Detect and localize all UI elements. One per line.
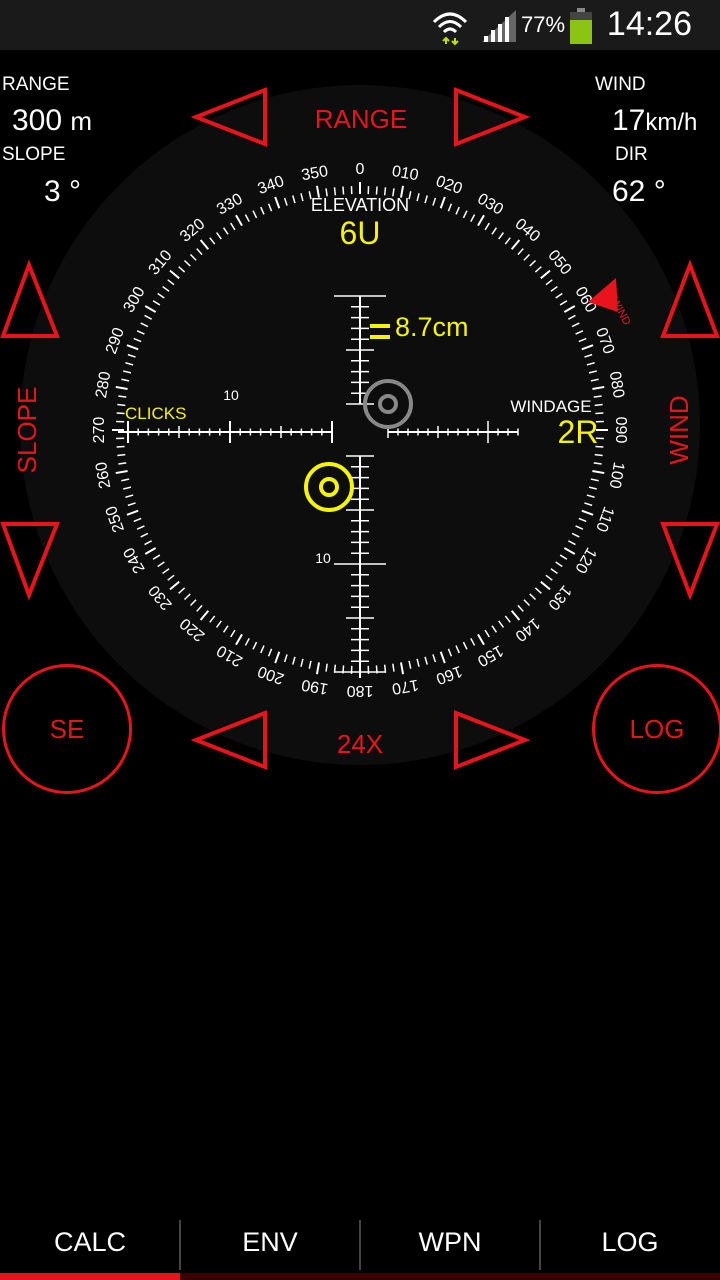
tab-calc[interactable]: CALC: [0, 1205, 180, 1280]
compass-tick: [594, 453, 603, 457]
wind-info-value: 17km/h: [612, 104, 697, 138]
wind-unit: km/h: [645, 109, 698, 136]
tick-label-10-horizontal: 10: [223, 387, 239, 403]
tab-wpn[interactable]: WPN: [360, 1205, 540, 1280]
tab-log-label: LOG: [601, 1227, 659, 1257]
dir-info-value: 62 °: [612, 175, 666, 209]
range-unit: m: [70, 106, 93, 136]
tab-env-indicator: [180, 1273, 360, 1280]
tab-env-label: ENV: [242, 1227, 298, 1257]
wind-value: 17: [612, 104, 646, 137]
se-button-label: SE: [49, 714, 85, 744]
compass-tick: [342, 186, 345, 195]
wind-control-label: WIND: [664, 395, 694, 464]
compass-tick: [116, 412, 125, 415]
compass-label: 270: [91, 417, 108, 444]
slope-info-value: 3 °: [44, 175, 81, 209]
group-size-value: 8.7cm: [395, 312, 469, 342]
range-info-value: 300 m: [12, 104, 92, 138]
tab-calc-label: CALC: [53, 1227, 127, 1257]
compass-tick: [116, 445, 125, 448]
slope-control-label: SLOPE: [12, 387, 42, 474]
tab-log[interactable]: LOG: [540, 1205, 720, 1280]
compass-label: 0: [356, 161, 365, 178]
dir-value: 62: [612, 175, 646, 208]
range-info-label: RANGE: [2, 74, 70, 95]
dir-info-label: DIR: [615, 144, 648, 165]
dir-unit: °: [653, 175, 666, 208]
windage-value: 2R: [558, 414, 599, 450]
zoom-level-label: 24X: [337, 729, 383, 759]
tab-wpn-indicator: [360, 1273, 540, 1280]
clicks-label: CLICKS: [125, 404, 186, 423]
elevation-label: ELEVATION: [311, 195, 409, 215]
tab-env[interactable]: ENV: [180, 1205, 360, 1280]
wind-info-label: WIND: [595, 74, 646, 95]
slope-info-label: SLOPE: [2, 144, 66, 165]
compass-tick: [375, 186, 378, 195]
slope-value: 3: [44, 175, 61, 208]
compass-tick: [594, 403, 603, 407]
compass-tick: [117, 453, 126, 457]
range-control-label: RANGE: [315, 104, 407, 134]
log-button[interactable]: LOG: [592, 664, 720, 794]
range-value: 300: [12, 104, 63, 137]
bottom-tab-bar: CALC ENV WPN LOG: [0, 1205, 720, 1280]
slope-unit: °: [69, 175, 82, 208]
compass-label: 180: [347, 682, 374, 699]
log-button-label: LOG: [629, 714, 685, 744]
se-button[interactable]: SE: [2, 664, 132, 794]
tick-label-10-vertical: 10: [315, 550, 331, 566]
compass-label: 090: [612, 417, 629, 444]
tab-calc-indicator: [0, 1273, 180, 1280]
tab-log-indicator: [540, 1273, 720, 1280]
elevation-value: 6U: [340, 215, 381, 251]
tab-wpn-label: WPN: [418, 1227, 482, 1257]
